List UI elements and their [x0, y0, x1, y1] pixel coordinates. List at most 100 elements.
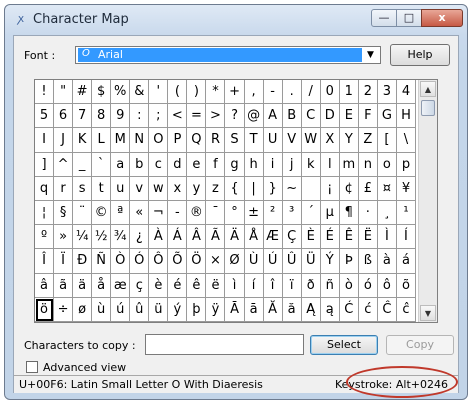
- character-cell[interactable]: ā: [244, 297, 264, 322]
- dropdown-arrow-icon[interactable]: ▼: [363, 48, 378, 62]
- character-cell[interactable]: ¤: [377, 176, 397, 201]
- character-cell[interactable]: ²: [263, 201, 283, 226]
- character-cell[interactable]: 1: [339, 80, 359, 105]
- character-cell[interactable]: ¯: [206, 201, 226, 226]
- select-button[interactable]: Select: [310, 335, 378, 355]
- character-cell[interactable]: u: [111, 176, 131, 201]
- character-cell[interactable]: è: [149, 273, 169, 298]
- character-cell[interactable]: Y: [339, 128, 359, 153]
- character-cell[interactable]: °: [225, 201, 245, 226]
- character-cell[interactable]: 0: [320, 80, 340, 105]
- character-cell[interactable]: é: [168, 273, 188, 298]
- character-cell[interactable]: l: [320, 152, 340, 177]
- font-dropdown[interactable]: O Arial ▼: [75, 46, 381, 64]
- character-cell[interactable]: Ï: [54, 249, 74, 274]
- character-cell[interactable]: G: [377, 104, 397, 129]
- character-cell[interactable]: Ö: [187, 249, 207, 274]
- character-cell[interactable]: O: [149, 128, 169, 153]
- character-cell[interactable]: Õ: [168, 249, 188, 274]
- character-grid[interactable]: ! " # $% & '() * +, -./0 1 2 3 4 5 6 7 8 9:; < = >? @ A B C D E F G H…: [35, 80, 416, 322]
- character-cell[interactable]: U: [263, 128, 283, 153]
- character-cell[interactable]: K: [73, 128, 93, 153]
- character-cell[interactable]: N: [130, 128, 150, 153]
- character-cell[interactable]: [: [377, 128, 397, 153]
- character-cell[interactable]: %: [111, 80, 131, 105]
- character-cell[interactable]: ç: [130, 273, 150, 298]
- close-button[interactable]: x: [421, 9, 463, 27]
- advanced-view-label[interactable]: Advanced view: [43, 361, 126, 374]
- character-cell[interactable]: 7: [73, 104, 93, 129]
- character-cell[interactable]: Ā: [225, 297, 245, 322]
- character-cell[interactable]: Ì: [377, 225, 397, 250]
- character-cell[interactable]: ®: [187, 201, 207, 226]
- character-cell[interactable]: *: [206, 80, 226, 105]
- character-cell[interactable]: M: [111, 128, 131, 153]
- character-cell[interactable]: b: [130, 152, 150, 177]
- character-cell[interactable]: Ò: [111, 249, 131, 274]
- character-cell[interactable]: Ú: [263, 249, 283, 274]
- character-cell[interactable]: Â: [187, 225, 207, 250]
- character-cell[interactable]: Ô: [149, 249, 169, 274]
- character-cell[interactable]: ÿ: [206, 297, 226, 322]
- character-cell[interactable]: (: [168, 80, 188, 105]
- character-cell[interactable]: ú: [111, 297, 131, 322]
- help-button[interactable]: Help: [390, 44, 450, 66]
- character-cell[interactable]: C: [301, 104, 321, 129]
- character-cell[interactable]: ]: [35, 152, 55, 177]
- character-cell[interactable]: e: [187, 152, 207, 177]
- character-cell[interactable]: ù: [92, 297, 112, 322]
- character-cell[interactable]: ¡: [320, 176, 340, 201]
- character-cell[interactable]: w: [149, 176, 169, 201]
- character-cell[interactable]: <: [168, 104, 188, 129]
- character-cell[interactable]: 9: [111, 104, 131, 129]
- character-cell[interactable]: ò: [339, 273, 359, 298]
- character-cell[interactable]: ^: [54, 152, 74, 177]
- character-cell[interactable]: Ą: [301, 297, 321, 322]
- character-cell[interactable]: ©: [92, 201, 112, 226]
- character-cell[interactable]: Û: [282, 249, 302, 274]
- character-cell[interactable]: T: [244, 128, 264, 153]
- character-cell[interactable]: R: [206, 128, 226, 153]
- character-cell[interactable]: $: [92, 80, 112, 105]
- character-cell[interactable]: Ù: [244, 249, 264, 274]
- character-cell[interactable]: [301, 176, 321, 201]
- character-cell[interactable]: ?: [225, 104, 245, 129]
- character-cell[interactable]: ±: [244, 201, 264, 226]
- character-cell[interactable]: 5: [35, 104, 55, 129]
- character-cell[interactable]: X: [320, 128, 340, 153]
- character-cell[interactable]: Ü: [301, 249, 321, 274]
- character-cell[interactable]: q: [35, 176, 55, 201]
- character-cell[interactable]: 2: [358, 80, 378, 105]
- character-cell[interactable]: s: [73, 176, 93, 201]
- character-cell[interactable]: L: [92, 128, 112, 153]
- character-cell[interactable]: W: [301, 128, 321, 153]
- character-cell[interactable]: ³: [282, 201, 302, 226]
- character-cell[interactable]: â: [35, 273, 55, 298]
- character-cell[interactable]: I: [35, 128, 55, 153]
- character-cell[interactable]: k: [301, 152, 321, 177]
- character-cell[interactable]: &: [130, 80, 150, 105]
- character-cell[interactable]: :: [130, 104, 150, 129]
- character-cell[interactable]: Ê: [339, 225, 359, 250]
- character-cell[interactable]: Á: [168, 225, 188, 250]
- character-cell[interactable]: ¦: [35, 201, 55, 226]
- character-cell[interactable]: º: [35, 225, 55, 250]
- character-cell[interactable]: /: [301, 80, 321, 105]
- character-cell[interactable]: Í: [396, 225, 416, 250]
- scroll-thumb[interactable]: [421, 100, 435, 116]
- character-cell[interactable]: À: [149, 225, 169, 250]
- character-cell[interactable]: ó: [358, 273, 378, 298]
- character-cell[interactable]: -: [168, 201, 188, 226]
- character-cell[interactable]: £: [358, 176, 378, 201]
- character-cell[interactable]: ª: [111, 201, 131, 226]
- character-cell[interactable]: r: [54, 176, 74, 201]
- character-cell[interactable]: S: [225, 128, 245, 153]
- character-cell[interactable]: #: [73, 80, 93, 105]
- character-cell[interactable]: ß: [358, 249, 378, 274]
- character-cell[interactable]: Ã: [206, 225, 226, 250]
- character-cell[interactable]: 8: [92, 104, 112, 129]
- character-cell[interactable]: ¢: [339, 176, 359, 201]
- character-cell[interactable]: }: [263, 176, 283, 201]
- character-cell[interactable]: »: [54, 225, 74, 250]
- character-cell[interactable]: ¼: [73, 225, 93, 250]
